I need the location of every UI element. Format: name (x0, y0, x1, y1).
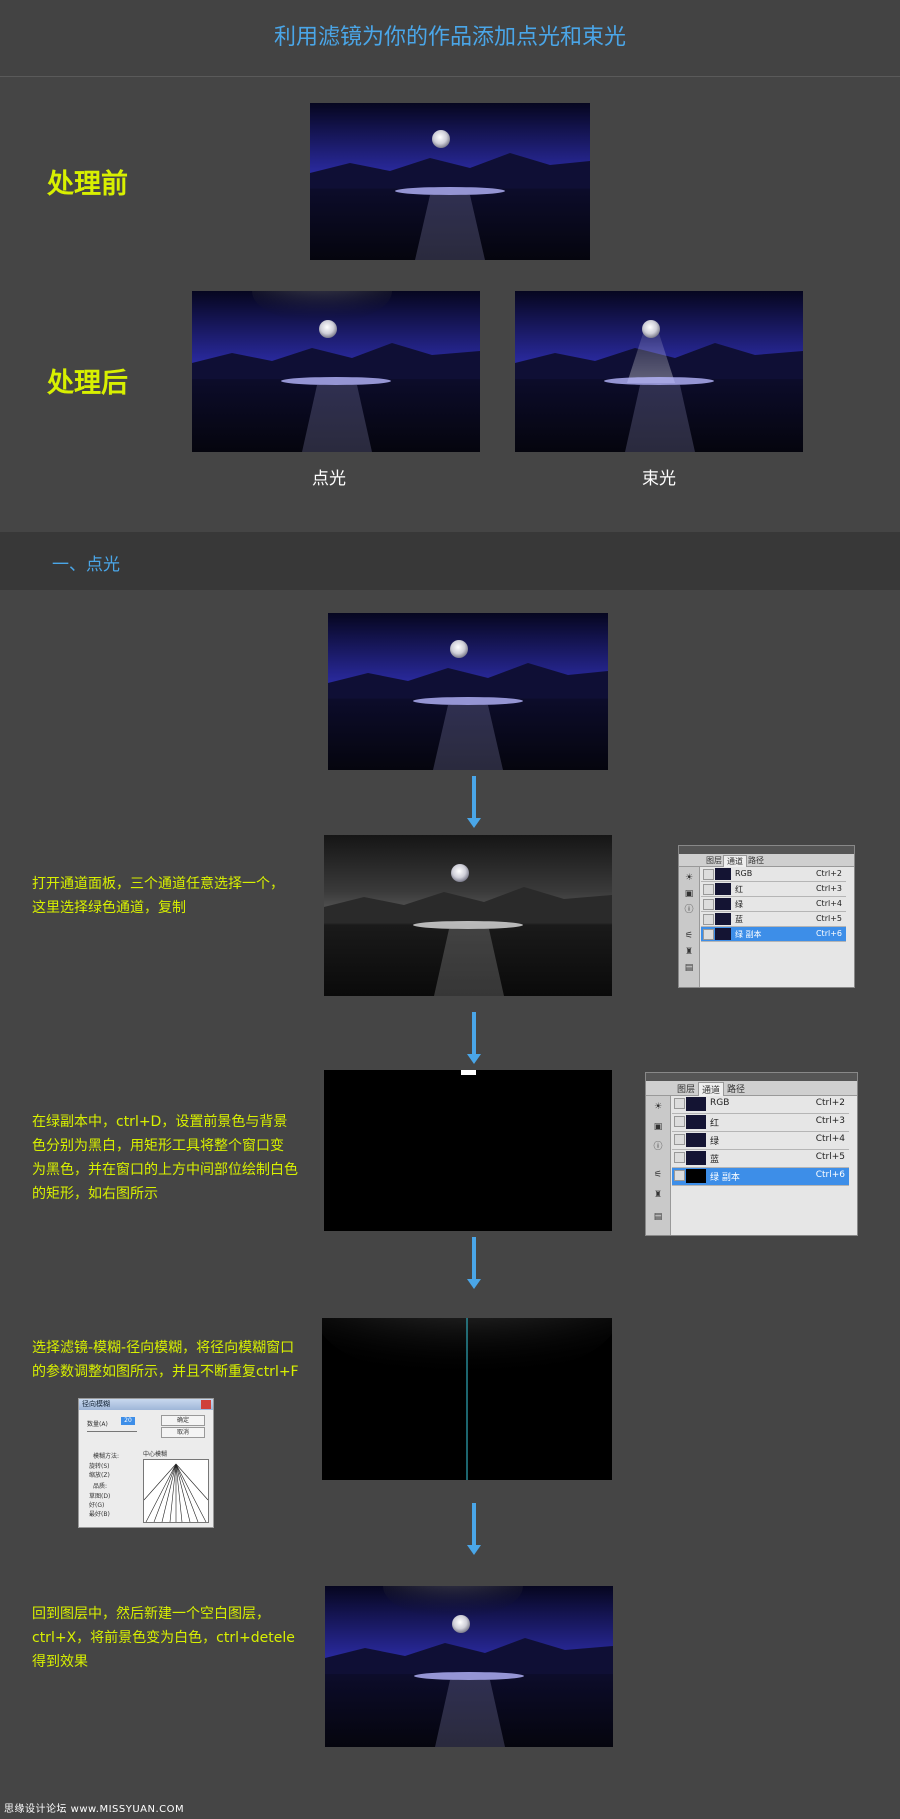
channel-row-selected[interactable]: 绿 副本 Ctrl+6 (672, 1168, 849, 1186)
amount-label: 数量(A) (87, 1421, 108, 1428)
info-icon[interactable]: ⓘ (652, 1142, 664, 1152)
radial-blur-result-image (322, 1318, 612, 1480)
thumbnail (715, 883, 731, 895)
eye-icon[interactable] (674, 1170, 685, 1181)
brush-icon[interactable]: ⚟ (652, 1170, 664, 1180)
arrow-down (467, 1237, 481, 1289)
eye-icon[interactable] (703, 929, 714, 940)
channel-row-selected[interactable]: 绿 副本 Ctrl+6 (701, 927, 846, 942)
section-header: 一、点光 (0, 532, 900, 590)
tab-paths[interactable]: 路径 (724, 1082, 748, 1095)
channel-row[interactable]: 蓝 Ctrl+5 (701, 912, 846, 927)
layers-icon[interactable]: ▤ (652, 1212, 664, 1222)
after-label: 处理后 (47, 368, 128, 399)
thumbnail (715, 868, 731, 880)
sun-icon[interactable]: ☀ (652, 1102, 664, 1112)
eye-icon[interactable] (703, 914, 714, 925)
step-2-text: 在绿副本中，ctrl+D，设置前景色与背景 色分别为黑白，用矩形工具将整个窗口变… (32, 1114, 298, 1202)
tab-paths[interactable]: 路径 (745, 855, 767, 866)
channels-panel-1[interactable]: 图层 通道 路径 ☀ ▣ ⓘ ⚟ ♜ ▤ RGB Ctrl+2 红 Ctrl+3 绿… (678, 845, 855, 988)
thumbnail (715, 913, 731, 925)
eye-icon[interactable] (674, 1098, 685, 1109)
channel-row[interactable]: 红 Ctrl+3 (701, 882, 846, 897)
method-zoom-radio[interactable]: 缩放(Z) (89, 1470, 110, 1479)
image-icon[interactable]: ▣ (652, 1122, 664, 1132)
stamp-icon[interactable]: ♜ (652, 1190, 664, 1200)
eye-icon[interactable] (674, 1116, 685, 1127)
close-icon[interactable] (201, 1400, 211, 1409)
quality-label: 品质: (93, 1483, 108, 1490)
brush-icon[interactable]: ⚟ (683, 931, 695, 941)
channel-row[interactable]: 绿 Ctrl+4 (672, 1132, 849, 1150)
tab-channels[interactable]: 通道 (698, 1082, 725, 1096)
eye-icon[interactable] (703, 869, 714, 880)
sun-icon[interactable]: ☀ (683, 873, 695, 883)
channel-row[interactable]: 蓝 Ctrl+5 (672, 1150, 849, 1168)
black-canvas-image (324, 1070, 612, 1231)
thumbnail (686, 1151, 706, 1165)
step-original-image (328, 613, 608, 770)
eye-icon[interactable] (703, 884, 714, 895)
footer-watermark: 思缘设计论坛 www.MISSYUAN.COM (4, 1804, 185, 1815)
center-label: 中心模糊 (143, 1451, 168, 1458)
blur-center-preview[interactable] (143, 1459, 209, 1523)
cancel-button[interactable]: 取消 (161, 1427, 205, 1438)
channels-panel-2[interactable]: 图层 通道 路径 ☀ ▣ ⓘ ⚟ ♜ ▤ RGB Ctrl+2 红 Ctrl+3 绿… (645, 1072, 858, 1236)
thumbnail (686, 1097, 706, 1111)
step-1-text: 打开通道面板，三个通道任意选择一个， 这里选择绿色通道，复制 (32, 876, 284, 916)
method-label: 模糊方法: (93, 1453, 120, 1460)
info-icon[interactable]: ⓘ (683, 905, 695, 915)
image-icon[interactable]: ▣ (683, 889, 695, 899)
eye-icon[interactable] (674, 1152, 685, 1163)
arrow-down (467, 1012, 481, 1064)
step-3-text: 选择滤镜-模糊-径向模糊，将径向模糊窗口 的参数调整如图所示，并且不断重复ctr… (32, 1340, 299, 1380)
quality-best-radio[interactable]: 最好(B) (89, 1509, 110, 1518)
amount-input[interactable]: 20 (121, 1417, 135, 1425)
channel-row[interactable]: 绿 Ctrl+4 (701, 897, 846, 912)
amount-slider[interactable] (87, 1431, 137, 1432)
thumbnail (715, 928, 731, 940)
thumbnail (686, 1133, 706, 1147)
step-4-text: 回到图层中，然后新建一个空白图层， ctrl+X，将前景色变为白色，ctrl+d… (32, 1606, 295, 1670)
arrow-down (467, 776, 481, 828)
tab-channels[interactable]: 通道 (723, 855, 747, 867)
channel-row[interactable]: RGB Ctrl+2 (672, 1096, 849, 1114)
channel-row[interactable]: RGB Ctrl+2 (701, 867, 846, 882)
eye-icon[interactable] (703, 899, 714, 910)
thumbnail (686, 1169, 706, 1183)
after-beam-image (515, 291, 803, 452)
final-result-image (325, 1586, 613, 1747)
before-label: 处理前 (47, 169, 128, 200)
after-spot-image (192, 291, 480, 452)
arrow-down (467, 1503, 481, 1555)
channel-row[interactable]: 红 Ctrl+3 (672, 1114, 849, 1132)
dialog-title: 径向模糊 (82, 1400, 110, 1408)
layers-icon[interactable]: ▤ (683, 963, 695, 973)
quality-draft-radio[interactable]: 草图(D) (89, 1491, 110, 1500)
green-channel-image (324, 835, 612, 996)
radial-blur-dialog[interactable]: 径向模糊 数量(A) 20 确定 取消 模糊方法: 旋转(S) 缩放(Z) 品质… (78, 1398, 214, 1528)
thumbnail (715, 898, 731, 910)
caption-spot: 点光 (312, 469, 346, 489)
section-title: 一、点光 (52, 555, 120, 575)
method-spin-radio[interactable]: 旋转(S) (89, 1461, 110, 1470)
tab-layers[interactable]: 图层 (703, 855, 725, 866)
stamp-icon[interactable]: ♜ (683, 947, 695, 957)
before-image (310, 103, 590, 260)
caption-beam: 束光 (642, 469, 676, 489)
tab-layers[interactable]: 图层 (674, 1082, 698, 1095)
thumbnail (686, 1115, 706, 1129)
eye-icon[interactable] (674, 1134, 685, 1145)
ok-button[interactable]: 确定 (161, 1415, 205, 1426)
page-title: 利用滤镜为你的作品添加点光和束光 (0, 0, 900, 77)
quality-good-radio[interactable]: 好(G) (89, 1500, 104, 1509)
white-rectangle (461, 1070, 476, 1075)
